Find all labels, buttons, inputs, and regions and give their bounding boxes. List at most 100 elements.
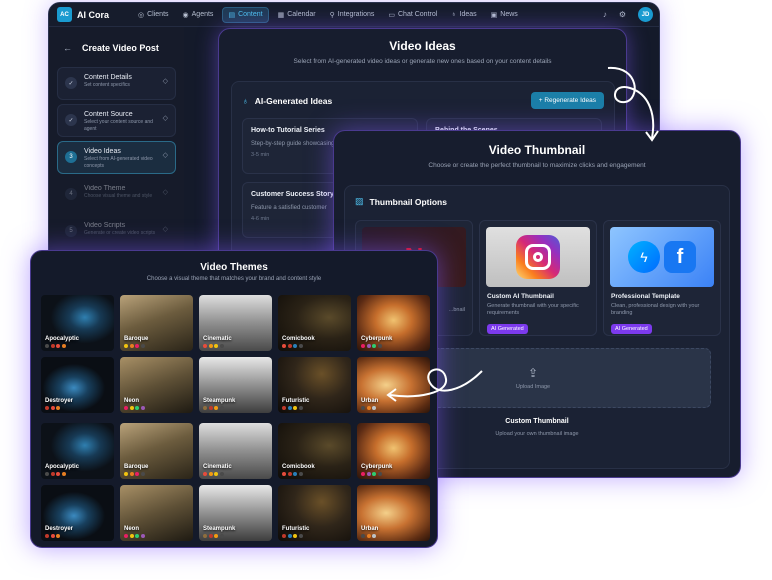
color-dot xyxy=(129,472,134,476)
thumbnail-option-custom-ai[interactable]: Custom AI Thumbnail Generate thumbnail w… xyxy=(479,220,597,336)
nav-item-calendar[interactable]: ▦ Calendar xyxy=(273,7,321,23)
nav-item-content[interactable]: ▤ Content xyxy=(222,6,269,23)
color-dot xyxy=(56,534,60,538)
sidebar: ← Create Video Post ✓ Content Details Set … xyxy=(49,27,184,263)
theme-tile-cinematic[interactable]: Cinematic xyxy=(199,295,272,351)
avatar[interactable]: JD xyxy=(638,7,653,22)
theme-tile-futuristic[interactable]: Futuristic xyxy=(278,485,351,541)
color-dot xyxy=(377,344,382,348)
ideas-subtitle: Select from AI-generated video ideas or … xyxy=(293,58,552,65)
theme-tile-comicbook[interactable]: Comicbook xyxy=(278,423,351,479)
theme-tile-neon[interactable]: Neon xyxy=(120,357,193,413)
sidebar-step[interactable]: 3 Video Ideas Select from AI-generated vid… xyxy=(57,141,176,174)
color-dot xyxy=(282,472,286,476)
theme-tile-destroyer[interactable]: Destroyer xyxy=(41,357,114,413)
color-palette xyxy=(203,534,224,538)
theme-tile-baroque[interactable]: Baroque xyxy=(120,295,193,351)
nav-label: Agents xyxy=(191,11,214,18)
theme-tile-baroque[interactable]: Baroque xyxy=(120,423,193,479)
color-dot xyxy=(372,534,376,538)
step-icon: ◇ xyxy=(162,152,168,159)
color-dot xyxy=(298,534,303,538)
nav-item-clients[interactable]: ◎ Clients xyxy=(133,7,174,23)
sidebar-step[interactable]: 5 Video Scripts Generate or create video s… xyxy=(57,215,176,248)
nav-item-chat-control[interactable]: ▭ Chat Control xyxy=(383,7,442,23)
theme-tile-urban[interactable]: Urban xyxy=(357,485,430,541)
back-arrow-icon[interactable]: ← xyxy=(63,43,72,53)
color-dot xyxy=(45,534,49,538)
steps-list: ✓ Content Details Set content specifics ◇ ✓ C… xyxy=(57,67,176,248)
theme-tile-urban[interactable]: Urban xyxy=(357,357,430,413)
color-dot xyxy=(287,534,292,538)
theme-tile-comicbook[interactable]: Comicbook xyxy=(278,295,351,351)
upload-label: Upload Image xyxy=(515,384,551,390)
theme-tile-apocalyptic[interactable]: Apocalyptic xyxy=(41,423,114,479)
color-dot xyxy=(61,344,66,348)
calendar-icon: ▦ xyxy=(277,11,285,19)
sidebar-step[interactable]: ✓ Content Source Select your content sourc… xyxy=(57,104,176,137)
nav-label: Calendar xyxy=(287,11,316,18)
themes-grid: Apocalyptic Baroque Cinematic Comicbook Cybe… xyxy=(31,251,437,547)
step-icon: ◇ xyxy=(162,226,168,233)
theme-tile-steampunk[interactable]: Steampunk xyxy=(199,485,272,541)
color-palette xyxy=(361,534,376,538)
color-dot xyxy=(124,534,128,538)
color-dot xyxy=(135,406,139,410)
color-dot xyxy=(129,534,134,538)
nav-item-integrations[interactable]: ⚲ Integrations xyxy=(325,7,380,23)
theme-label: Comicbook xyxy=(282,464,315,470)
color-dot xyxy=(45,344,49,348)
thumbnail-option-professional[interactable]: ϟ f Professional Template Clean, profess… xyxy=(603,220,721,336)
top-nav: AC AI Cora ◎ Clients ◉ Agents ▤ Content ▦ Calen… xyxy=(49,3,659,27)
theme-label: Cyberpunk xyxy=(361,464,393,470)
color-dot xyxy=(135,344,139,348)
thumbnail-subtitle: Choose or create the perfect thumbnail t… xyxy=(428,162,646,169)
file-icon: ▤ xyxy=(228,11,236,19)
step-title: Video Ideas xyxy=(84,148,121,155)
theme-label: Comicbook xyxy=(282,336,315,342)
color-dot xyxy=(124,406,128,410)
color-dot xyxy=(124,344,128,348)
color-dot xyxy=(208,344,213,348)
color-dot xyxy=(293,344,297,348)
nav-item-news[interactable]: ▣ News xyxy=(486,7,523,23)
chat-icon: ▭ xyxy=(388,11,395,19)
step-subtitle: Select your content source and agent xyxy=(84,119,153,132)
color-dot xyxy=(50,472,55,476)
color-palette xyxy=(203,344,224,348)
sidebar-step[interactable]: 4 Video Theme Choose visual theme and styl… xyxy=(57,178,176,211)
step-icon: ◇ xyxy=(162,115,168,122)
sidebar-step[interactable]: ✓ Content Details Set content specifics ◇ xyxy=(57,67,176,100)
step-number: 3 xyxy=(65,151,77,163)
color-dot xyxy=(287,472,292,476)
nav-item-ideas[interactable]: ♁ Ideas xyxy=(446,7,481,23)
color-dot xyxy=(372,344,376,348)
color-dot xyxy=(361,344,365,348)
theme-tile-destroyer[interactable]: Destroyer xyxy=(41,485,114,541)
bell-icon[interactable]: ♪ xyxy=(603,10,607,19)
color-dot xyxy=(298,406,303,410)
step-text: Content Details Set content specifics xyxy=(84,74,156,89)
theme-tile-neon[interactable]: Neon xyxy=(120,485,193,541)
color-palette xyxy=(203,406,224,410)
theme-tile-steampunk[interactable]: Steampunk xyxy=(199,357,272,413)
theme-tile-futuristic[interactable]: Futuristic xyxy=(278,357,351,413)
theme-label: Futuristic xyxy=(282,526,310,532)
theme-label: Cyberpunk xyxy=(361,336,393,342)
color-dot xyxy=(129,406,134,410)
color-dot xyxy=(287,406,292,410)
color-dot xyxy=(293,472,297,476)
color-palette xyxy=(124,344,145,348)
gear-icon[interactable]: ⚙ xyxy=(619,10,626,19)
theme-tile-cyberpunk[interactable]: Cyberpunk xyxy=(357,423,430,479)
nav-label: Ideas xyxy=(459,11,477,18)
color-dot xyxy=(366,534,371,538)
nav-item-agents[interactable]: ◉ Agents xyxy=(178,7,219,23)
theme-tile-cinematic[interactable]: Cinematic xyxy=(199,423,272,479)
regenerate-ideas-button[interactable]: + Regenerate Ideas xyxy=(530,92,604,109)
theme-label: Destroyer xyxy=(45,526,74,532)
color-palette xyxy=(282,344,303,348)
theme-tile-cyberpunk[interactable]: Cyberpunk xyxy=(357,295,430,351)
video-themes-card: Video Themes Choose a visual theme that … xyxy=(30,250,438,548)
theme-tile-apocalyptic[interactable]: Apocalyptic xyxy=(41,295,114,351)
